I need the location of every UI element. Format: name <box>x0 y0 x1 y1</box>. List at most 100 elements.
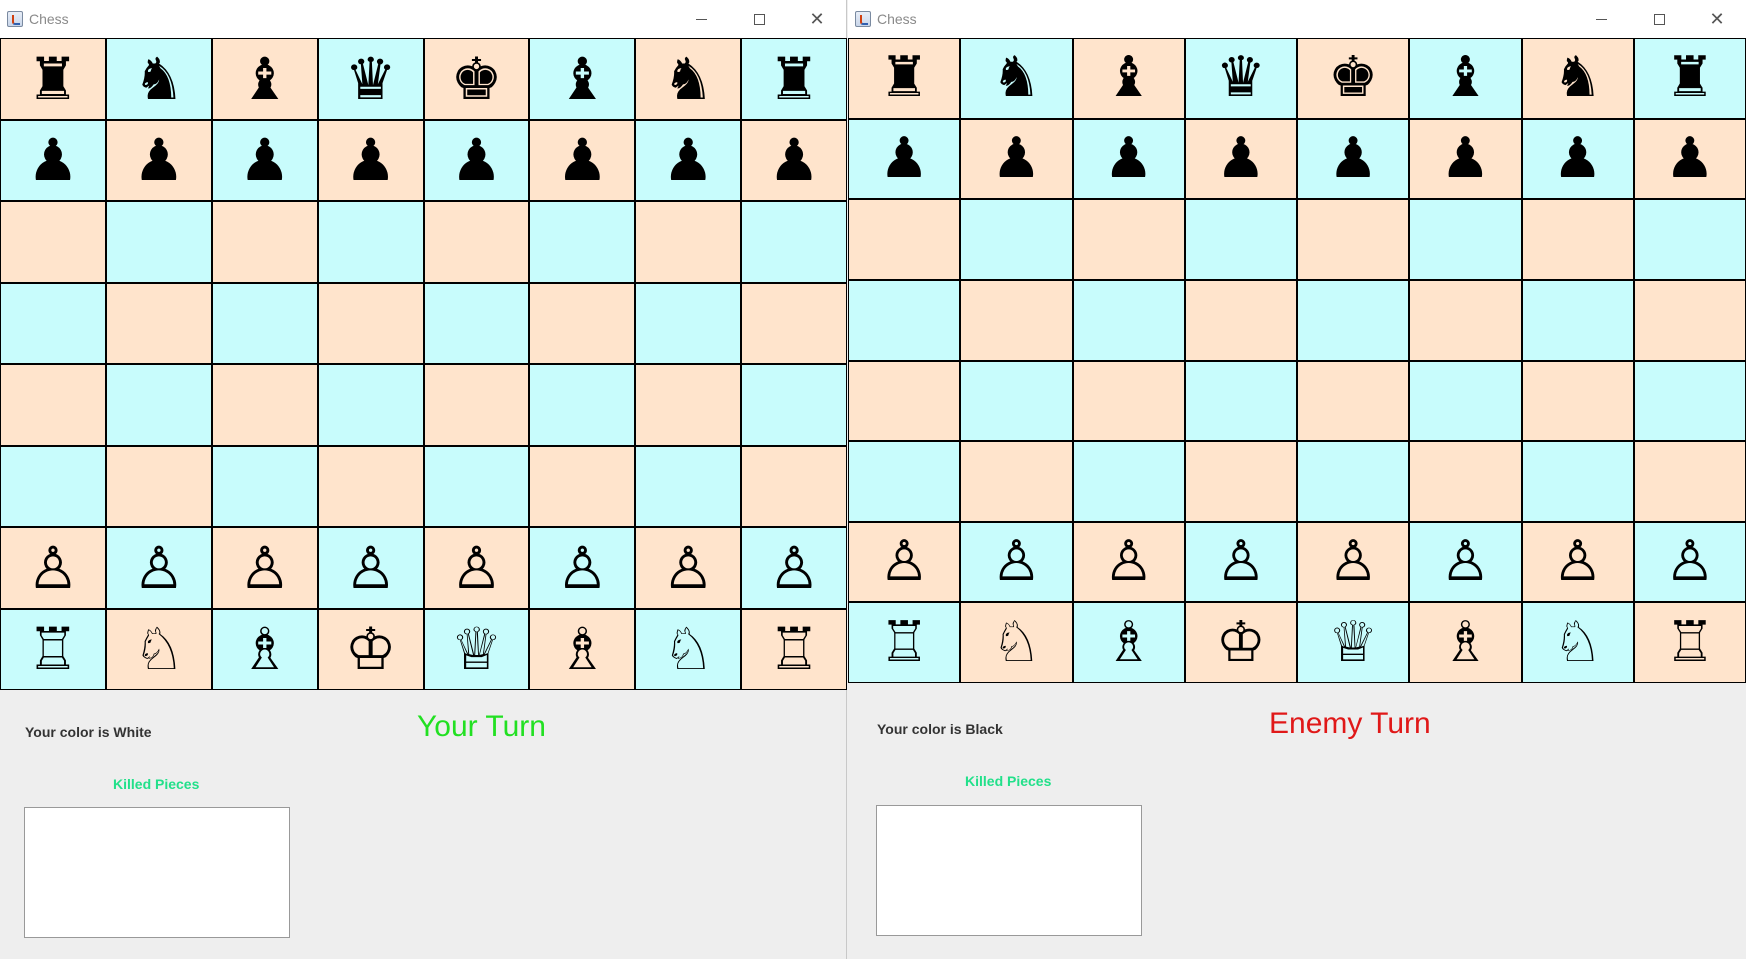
board-square-e2[interactable]: ♙ <box>1298 522 1409 602</box>
board-square-c8[interactable]: ♝ <box>1073 39 1184 118</box>
black-knight-piece[interactable]: ♞ <box>1553 50 1603 106</box>
close-button[interactable]: ✕ <box>788 0 846 38</box>
board-square-b4[interactable] <box>106 365 211 445</box>
board-square-f8[interactable]: ♝ <box>1410 39 1521 118</box>
board-square-b8[interactable]: ♞ <box>961 39 1072 118</box>
black-pawn-piece[interactable]: ♟ <box>768 131 820 189</box>
board-square-e3[interactable] <box>424 446 529 526</box>
board-square-h3[interactable] <box>742 446 846 526</box>
board-square-b1[interactable]: ♘ <box>961 603 1072 682</box>
white-pawn-piece[interactable]: ♙ <box>1553 534 1603 590</box>
black-pawn-piece[interactable]: ♟ <box>450 131 502 189</box>
white-rook-piece[interactable]: ♖ <box>768 620 820 678</box>
black-pawn-piece[interactable]: ♟ <box>662 131 714 189</box>
board-square-d2[interactable]: ♙ <box>318 528 423 608</box>
black-king-piece[interactable]: ♚ <box>1328 50 1378 106</box>
board-square-d1[interactable]: ♔ <box>318 609 423 689</box>
board-square-b4[interactable] <box>961 361 1072 441</box>
title-bar[interactable]: Chess ✕ <box>0 0 846 38</box>
board-square-g1[interactable]: ♘ <box>1522 603 1633 682</box>
board-square-h1[interactable]: ♖ <box>1634 603 1745 682</box>
board-square-f7[interactable]: ♟ <box>1410 119 1521 199</box>
board-square-a6[interactable] <box>849 200 960 279</box>
white-queen-piece[interactable]: ♕ <box>450 620 502 678</box>
white-pawn-piece[interactable]: ♙ <box>1328 534 1378 590</box>
close-button[interactable]: ✕ <box>1688 0 1746 38</box>
white-pawn-piece[interactable]: ♙ <box>662 539 714 597</box>
board-square-h6[interactable] <box>742 202 846 282</box>
board-square-h8[interactable]: ♜ <box>1634 39 1745 118</box>
board-square-d5[interactable] <box>1185 280 1296 360</box>
board-square-h2[interactable]: ♙ <box>1634 522 1745 602</box>
white-knight-piece[interactable]: ♘ <box>991 614 1041 671</box>
white-pawn-piece[interactable]: ♙ <box>1216 534 1266 590</box>
black-knight-piece[interactable]: ♞ <box>133 50 185 108</box>
board-square-a8[interactable]: ♜ <box>849 39 960 118</box>
white-pawn-piece[interactable]: ♙ <box>27 539 79 597</box>
board-square-f6[interactable] <box>530 202 635 282</box>
white-bishop-piece[interactable]: ♗ <box>1104 614 1154 671</box>
board-square-d1[interactable]: ♔ <box>1185 603 1296 682</box>
board-square-e8[interactable]: ♚ <box>424 39 529 119</box>
board-square-a5[interactable] <box>1 283 105 363</box>
white-pawn-piece[interactable]: ♙ <box>768 539 820 597</box>
board-square-h4[interactable] <box>1634 361 1745 441</box>
board-square-a7[interactable]: ♟ <box>849 119 960 199</box>
board-square-f3[interactable] <box>1410 442 1521 521</box>
board-square-a5[interactable] <box>849 280 960 360</box>
white-rook-piece[interactable]: ♖ <box>1665 614 1715 671</box>
board-square-g8[interactable]: ♞ <box>1522 39 1633 118</box>
black-queen-piece[interactable]: ♛ <box>1216 50 1266 106</box>
board-square-b5[interactable] <box>961 280 1072 360</box>
board-square-g6[interactable] <box>1522 200 1633 279</box>
board-square-b5[interactable] <box>106 283 211 363</box>
board-square-g3[interactable] <box>1522 442 1633 521</box>
board-square-g6[interactable] <box>636 202 741 282</box>
board-square-h1[interactable]: ♖ <box>742 609 846 689</box>
black-bishop-piece[interactable]: ♝ <box>556 50 608 108</box>
white-pawn-piece[interactable]: ♙ <box>879 534 929 590</box>
board-square-g1[interactable]: ♘ <box>636 609 741 689</box>
board-square-g3[interactable] <box>636 446 741 526</box>
black-rook-piece[interactable]: ♜ <box>879 50 929 106</box>
board-square-d4[interactable] <box>1185 361 1296 441</box>
black-rook-piece[interactable]: ♜ <box>1665 50 1715 106</box>
board-square-c7[interactable]: ♟ <box>212 120 317 200</box>
board-square-g2[interactable]: ♙ <box>636 528 741 608</box>
board-square-b7[interactable]: ♟ <box>106 120 211 200</box>
board-square-c3[interactable] <box>212 446 317 526</box>
board-square-b2[interactable]: ♙ <box>961 522 1072 602</box>
black-pawn-piece[interactable]: ♟ <box>1440 130 1490 187</box>
white-pawn-piece[interactable]: ♙ <box>991 534 1041 590</box>
board-square-f7[interactable]: ♟ <box>530 120 635 200</box>
board-square-c4[interactable] <box>1073 361 1184 441</box>
board-square-d6[interactable] <box>1185 200 1296 279</box>
board-square-d3[interactable] <box>1185 442 1296 521</box>
board-square-c6[interactable] <box>1073 200 1184 279</box>
white-pawn-piece[interactable]: ♙ <box>1665 534 1715 590</box>
title-bar[interactable]: Chess ✕ <box>848 0 1746 38</box>
board-square-c7[interactable]: ♟ <box>1073 119 1184 199</box>
board-square-h3[interactable] <box>1634 442 1745 521</box>
white-pawn-piece[interactable]: ♙ <box>1440 534 1490 590</box>
board-square-g7[interactable]: ♟ <box>1522 119 1633 199</box>
board-square-c2[interactable]: ♙ <box>212 528 317 608</box>
board-square-a1[interactable]: ♖ <box>1 609 105 689</box>
black-pawn-piece[interactable]: ♟ <box>133 131 185 189</box>
board-square-f4[interactable] <box>530 365 635 445</box>
black-pawn-piece[interactable]: ♟ <box>1216 130 1266 187</box>
white-rook-piece[interactable]: ♖ <box>879 614 929 671</box>
board-square-c5[interactable] <box>212 283 317 363</box>
board-square-e7[interactable]: ♟ <box>424 120 529 200</box>
board-square-a4[interactable] <box>1 365 105 445</box>
board-square-f3[interactable] <box>530 446 635 526</box>
board-square-g7[interactable]: ♟ <box>636 120 741 200</box>
board-square-b3[interactable] <box>961 442 1072 521</box>
board-square-h5[interactable] <box>742 283 846 363</box>
white-queen-piece[interactable]: ♕ <box>1328 614 1378 671</box>
white-bishop-piece[interactable]: ♗ <box>239 620 291 678</box>
board-square-a3[interactable] <box>849 442 960 521</box>
board-square-b6[interactable] <box>961 200 1072 279</box>
black-pawn-piece[interactable]: ♟ <box>1665 130 1715 187</box>
board-square-a3[interactable] <box>1 446 105 526</box>
